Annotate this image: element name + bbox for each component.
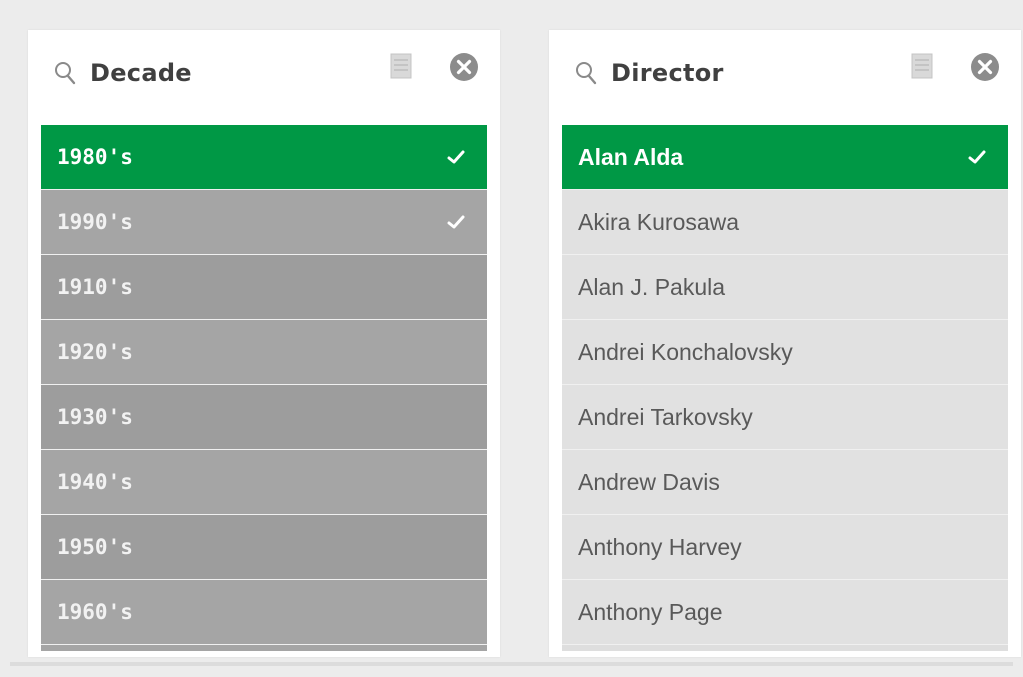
list-item[interactable]: Andrew Davis xyxy=(562,450,1008,515)
list-item[interactable]: 1990's xyxy=(41,190,487,255)
list-item-label: 1950's xyxy=(57,535,133,559)
list-item-label: Anthony Harvey xyxy=(578,533,742,560)
list-item[interactable]: 1930's xyxy=(41,385,487,450)
search-icon[interactable] xyxy=(54,61,76,85)
list-item[interactable]: 1910's xyxy=(41,255,487,320)
list-item-label: Andrew Davis xyxy=(578,468,720,495)
list-item[interactable]: 1920's xyxy=(41,320,487,385)
filter-stage: Decade 1980's 1990's 1910's 1920's 1930'… xyxy=(0,0,1023,677)
list-scroll-edge xyxy=(41,645,487,651)
list-item-label: 1990's xyxy=(57,210,133,234)
list-item[interactable]: Akira Kurosawa xyxy=(562,190,1008,255)
clear-selection-icon[interactable] xyxy=(448,51,480,83)
selection-doc-icon[interactable] xyxy=(389,53,413,79)
director-list: Alan Alda Akira Kurosawa Alan J. Pakula … xyxy=(562,125,1008,651)
list-item-label: 1940's xyxy=(57,470,133,494)
list-item-label: Andrei Tarkovsky xyxy=(578,403,753,430)
list-item-label: 1930's xyxy=(57,405,133,429)
decade-filter-pane: Decade 1980's 1990's 1910's 1920's 1930'… xyxy=(28,30,500,657)
director-pane-header: Director xyxy=(549,30,1021,124)
decade-list: 1980's 1990's 1910's 1920's 1930's 1940'… xyxy=(41,125,487,651)
decade-pane-header: Decade xyxy=(28,30,500,124)
list-item[interactable]: 1980's xyxy=(41,125,487,190)
list-item-label: Andrei Konchalovsky xyxy=(578,338,793,365)
list-item[interactable]: Alan Alda xyxy=(562,125,1008,190)
checkmark-icon xyxy=(447,215,465,229)
list-item-label: 1910's xyxy=(57,275,133,299)
clear-selection-icon[interactable] xyxy=(969,51,1001,83)
list-scroll-edge xyxy=(562,645,1008,651)
list-item-label: Akira Kurosawa xyxy=(578,208,740,235)
list-item-label: 1920's xyxy=(57,340,133,364)
list-item[interactable]: Anthony Harvey xyxy=(562,515,1008,580)
selection-doc-icon[interactable] xyxy=(910,53,934,79)
list-item-label: 1980's xyxy=(57,145,133,169)
search-icon[interactable] xyxy=(575,61,597,85)
checkmark-icon xyxy=(968,150,986,164)
list-item[interactable]: Anthony Page xyxy=(562,580,1008,645)
list-item-label: Alan J. Pakula xyxy=(578,273,726,300)
director-pane-title: Director xyxy=(611,59,724,87)
decade-pane-title: Decade xyxy=(90,59,192,87)
director-filter-pane: Director Alan Alda Akira Kurosawa Alan J… xyxy=(549,30,1021,657)
list-item[interactable]: 1940's xyxy=(41,450,487,515)
list-item[interactable]: Andrei Konchalovsky xyxy=(562,320,1008,385)
list-item[interactable]: Alan J. Pakula xyxy=(562,255,1008,320)
divider xyxy=(10,662,1013,666)
list-item-label: Anthony Page xyxy=(578,598,723,625)
list-item[interactable]: Andrei Tarkovsky xyxy=(562,385,1008,450)
list-item[interactable]: 1950's xyxy=(41,515,487,580)
list-item-label: 1960's xyxy=(57,600,133,624)
list-item[interactable]: 1960's xyxy=(41,580,487,645)
list-item-label: Alan Alda xyxy=(578,143,684,170)
checkmark-icon xyxy=(447,150,465,164)
